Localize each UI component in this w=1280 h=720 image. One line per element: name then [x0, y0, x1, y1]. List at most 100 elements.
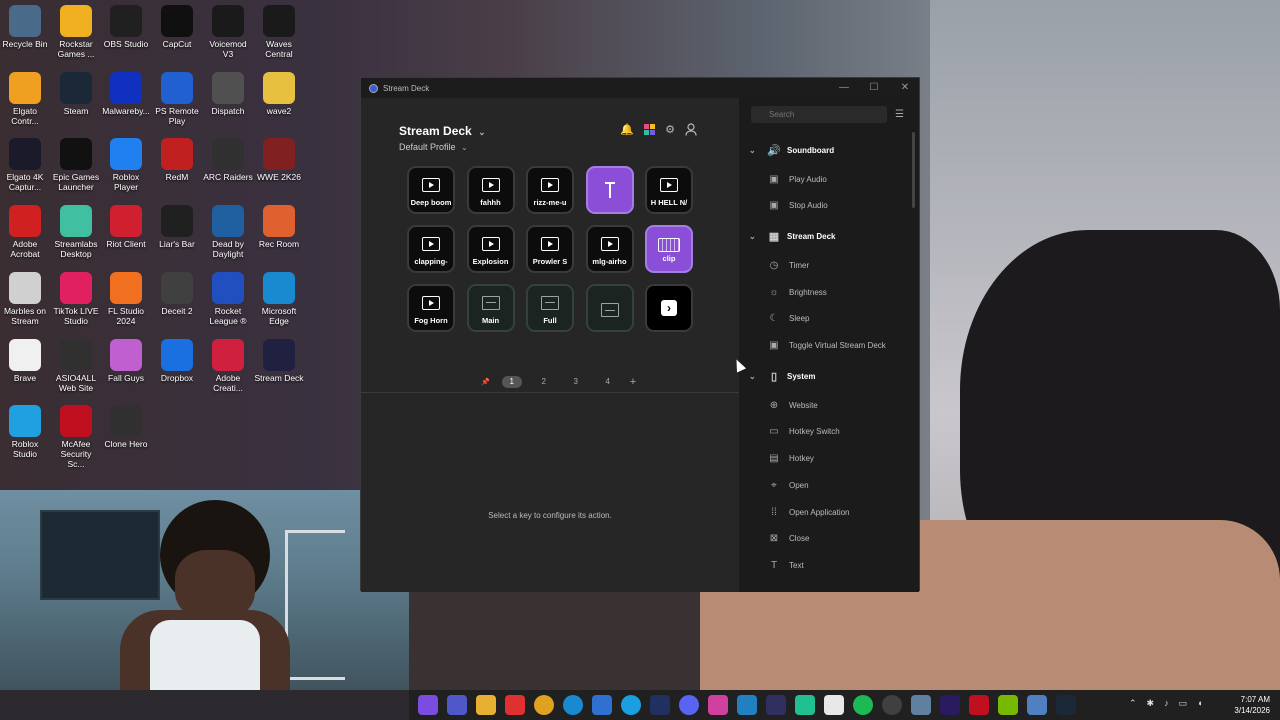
device-selector[interactable]: Stream Deck ⌄ [399, 124, 486, 138]
desktop-icon[interactable]: Marbles on Stream [0, 271, 50, 326]
gallery-icon[interactable] [737, 695, 757, 715]
settings-icon[interactable] [911, 695, 931, 715]
desktop-icon[interactable]: OBS Studio [101, 5, 151, 49]
bell-icon[interactable]: 🔔 [620, 122, 634, 136]
action-item[interactable]: ▣ Toggle Virtual Stream Deck [767, 339, 886, 353]
obs-icon[interactable] [882, 695, 902, 715]
category-stream-deck[interactable]: ⌄ ▦ Stream Deck [749, 228, 835, 244]
app-icon[interactable] [621, 695, 641, 715]
category-system[interactable]: ⌄ ▯ System [749, 368, 815, 384]
copilot-icon[interactable] [418, 695, 438, 715]
deck-key[interactable]: Deep boom [407, 166, 455, 214]
deck-key[interactable]: fahhh [466, 166, 515, 214]
deck-key[interactable]: clip [645, 225, 693, 273]
deck-key[interactable]: clapping- [407, 225, 455, 273]
desktop-icon[interactable]: Recycle Bin [0, 5, 50, 49]
deck-key[interactable]: Fog Horn [407, 284, 455, 332]
chevron-up-icon[interactable]: ⌃ [1129, 698, 1137, 709]
desktop-icon[interactable]: Rockstar Games ... [51, 5, 101, 59]
desktop-icon[interactable]: Epic Games Launcher [51, 138, 101, 192]
gear-icon[interactable]: ⚙ [663, 122, 677, 136]
desktop-icon[interactable]: CapCut [152, 5, 202, 49]
desktop-icon[interactable]: Voicemod V3 [203, 5, 253, 59]
action-item[interactable]: ▣ Play Audio [767, 172, 827, 186]
user-icon[interactable] [684, 122, 698, 136]
desktop-icon[interactable]: Dead by Daylight [203, 205, 253, 259]
close-button[interactable]: ✕ [898, 81, 912, 95]
deck-key[interactable]: rizz-me-u [526, 166, 574, 214]
desktop-icon[interactable]: ASIO4ALL Web Site [51, 338, 101, 393]
search-input[interactable]: Search [751, 106, 887, 123]
mcafee-icon[interactable] [969, 695, 989, 715]
deck-key[interactable]: mlg-airho [585, 225, 634, 273]
deck-key[interactable]: H HELL N/ [645, 166, 693, 214]
desktop-icon[interactable]: RedM [152, 138, 202, 182]
desktop-icon[interactable]: Malwareby... [101, 71, 151, 116]
deck-key[interactable] [585, 166, 634, 214]
bluetooth-icon[interactable]: ✱ [1147, 698, 1155, 709]
action-item[interactable]: ⌖ Open [767, 478, 808, 492]
desktop-icon[interactable]: McAfee Security Sc... [51, 405, 101, 469]
spotify-icon[interactable] [853, 695, 873, 715]
page-4-button[interactable]: 4 [598, 376, 618, 388]
desktop-icon[interactable]: FL Studio 2024 [101, 271, 151, 326]
desktop-icon[interactable]: Roblox Player [101, 138, 151, 192]
action-item[interactable]: T Text [767, 558, 804, 572]
stream-deck-icon[interactable] [766, 695, 786, 715]
file-explorer-icon[interactable] [476, 695, 496, 715]
action-item[interactable]: ☼ Brightness [767, 285, 826, 299]
page-1-button[interactable]: 1 [501, 376, 522, 388]
app-icon[interactable] [505, 695, 525, 715]
desktop-icon[interactable]: wave2 [254, 71, 304, 116]
marketplace-icon[interactable] [642, 122, 656, 136]
deck-key[interactable]: Prowler S [526, 225, 574, 273]
desktop-icon[interactable]: Streamlabs Desktop [51, 205, 101, 259]
scrollbar[interactable] [912, 132, 915, 208]
discord-icon[interactable] [679, 695, 699, 715]
page-2-button[interactable]: 2 [534, 376, 554, 388]
desktop-icon[interactable]: Brave [0, 338, 50, 383]
desktop-icon[interactable]: Liar's Bar [152, 205, 202, 249]
desktop-icon[interactable]: Fall Guys [101, 338, 151, 383]
desktop-icon[interactable]: Stream Deck [254, 338, 304, 383]
microphone-icon[interactable]: ♪ [1164, 698, 1169, 709]
action-item[interactable]: ▭ Hotkey Switch [767, 425, 839, 439]
network-icon[interactable]: ▭ [1179, 698, 1188, 709]
action-item[interactable]: ⊠ Close [767, 532, 810, 546]
desktop-icon[interactable]: Waves Central [254, 5, 304, 59]
pin-icon[interactable]: 📌 [481, 378, 490, 386]
store-icon[interactable] [592, 695, 612, 715]
file-icon[interactable] [824, 695, 844, 715]
deck-key[interactable]: › [645, 284, 693, 332]
desktop-icon[interactable]: Dispatch [203, 71, 253, 116]
action-item[interactable]: ☾ Sleep [767, 312, 810, 326]
deck-key[interactable]: Full [526, 284, 574, 332]
minimize-button[interactable]: — [837, 81, 851, 95]
volume-icon[interactable]: ◖ [1197, 698, 1202, 709]
app-icon[interactable] [650, 695, 670, 715]
edge-icon[interactable] [563, 695, 583, 715]
desktop-icon[interactable]: Steam [51, 71, 101, 116]
desktop-icon[interactable]: Microsoft Edge [254, 271, 304, 326]
desktop-icon[interactable]: Adobe Acrobat [0, 205, 50, 259]
action-item[interactable]: ◷ Timer [767, 258, 810, 272]
desktop-icon[interactable]: Rocket League ® [203, 271, 253, 326]
chrome-icon[interactable] [534, 695, 554, 715]
category-soundboard[interactable]: ⌄ 🔊 Soundboard [749, 142, 834, 158]
desktop-icon[interactable]: Elgato 4K Captur... [0, 138, 50, 192]
desktop-icon[interactable]: TikTok LIVE Studio [51, 271, 101, 326]
clock[interactable]: 7:07 AM 3/14/2026 [1234, 694, 1270, 716]
desktop-icon[interactable]: Adobe Creati... [203, 338, 253, 393]
notepad-icon[interactable] [1027, 695, 1047, 715]
steam-icon[interactable] [1056, 695, 1076, 715]
nvidia-icon[interactable] [998, 695, 1018, 715]
photos-icon[interactable] [708, 695, 728, 715]
maximize-button[interactable]: ☐ [867, 81, 881, 95]
desktop-icon[interactable]: WWE 2K26 [254, 138, 304, 182]
deck-key[interactable]: Explosion [466, 225, 515, 273]
profile-selector[interactable]: Default Profile ⌄ [399, 142, 468, 152]
desktop-icon[interactable]: Dropbox [152, 338, 202, 383]
streamlabs-icon[interactable] [795, 695, 815, 715]
desktop-icon[interactable]: Rec Room [254, 205, 304, 249]
action-item[interactable]: ⁞⁞ Open Application [767, 505, 849, 519]
